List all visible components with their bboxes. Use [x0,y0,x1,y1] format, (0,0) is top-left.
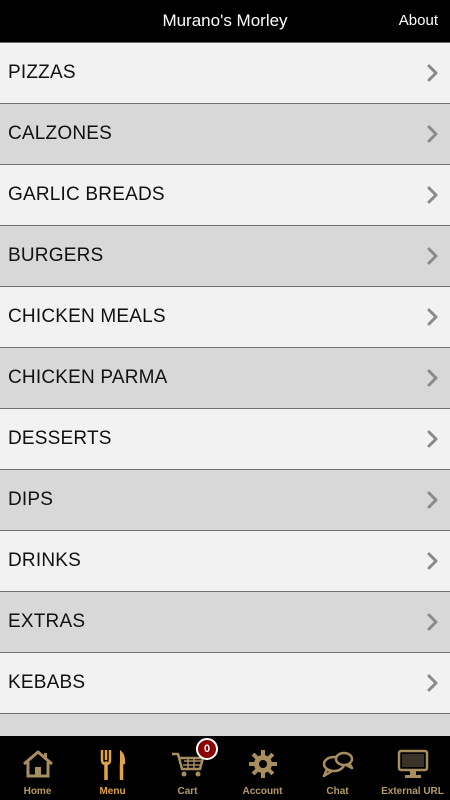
chat-bubbles-icon [322,748,354,780]
chevron-right-icon [426,125,440,143]
tab-account[interactable]: Account [225,736,300,800]
menu-item-desserts[interactable]: DESSERTS [0,409,450,470]
menu-item-label: CHICKEN PARMA [8,367,168,388]
menu-item-label: CHICKEN MEALS [8,306,166,327]
menu-item-extras[interactable]: EXTRAS [0,592,450,653]
house-icon [22,748,54,780]
menu-item-pizzas[interactable]: PIZZAS [0,42,450,104]
menu-item-partial[interactable] [0,714,450,736]
tab-chat[interactable]: Chat [300,736,375,800]
tab-label: Home [23,786,52,797]
tab-label: Cart [177,786,198,797]
chevron-right-icon [426,186,440,204]
menu-item-label: KEBABS [8,672,86,693]
menu-item-dips[interactable]: DIPS [0,470,450,531]
monitor-icon [397,748,429,780]
gear-icon [248,748,278,780]
menu-item-burgers[interactable]: BURGERS [0,226,450,287]
menu-item-label: DIPS [8,489,54,510]
menu-item-label: DESSERTS [8,428,112,449]
menu-item-calzones[interactable]: CALZONES [0,104,450,165]
menu-item-drinks[interactable]: DRINKS [0,531,450,592]
tab-label: Chat [326,786,349,797]
chevron-right-icon [426,430,440,448]
chevron-right-icon [426,552,440,570]
tab-label: External URL [381,786,444,797]
menu-item-label: DRINKS [8,550,81,571]
tab-external-url[interactable]: External URL [375,736,450,800]
cart-count-badge: 0 [196,738,218,760]
chevron-right-icon [426,247,440,265]
menu-category-list: PIZZAS CALZONES GARLIC BREADS BURGERS CH… [0,42,450,736]
chevron-right-icon [426,308,440,326]
chevron-right-icon [426,613,440,631]
menu-item-chicken-parma[interactable]: CHICKEN PARMA [0,348,450,409]
menu-item-label: PIZZAS [8,62,76,83]
tab-menu[interactable]: Menu [75,736,150,800]
chevron-right-icon [426,674,440,692]
about-link[interactable]: About [399,0,438,42]
menu-item-chicken-meals[interactable]: CHICKEN MEALS [0,287,450,348]
menu-item-kebabs[interactable]: KEBABS [0,653,450,714]
page-title: Murano's Morley [162,11,288,30]
menu-item-label: EXTRAS [8,611,86,632]
tab-cart[interactable]: 0 Cart [150,736,225,800]
bottom-tab-bar: Home Menu 0 Cart Account Chat External U… [0,736,450,800]
menu-item-garlic-breads[interactable]: GARLIC BREADS [0,165,450,226]
menu-item-label: GARLIC BREADS [8,184,165,205]
menu-item-label: CALZONES [8,123,113,144]
menu-item-label: BURGERS [8,245,104,266]
tab-home[interactable]: Home [0,736,75,800]
app-header: Murano's Morley About [0,0,450,42]
tab-label: Account [242,786,283,797]
tab-label: Menu [99,786,126,797]
fork-knife-icon [98,748,128,780]
chevron-right-icon [426,64,440,82]
chevron-right-icon [426,369,440,387]
chevron-right-icon [426,491,440,509]
